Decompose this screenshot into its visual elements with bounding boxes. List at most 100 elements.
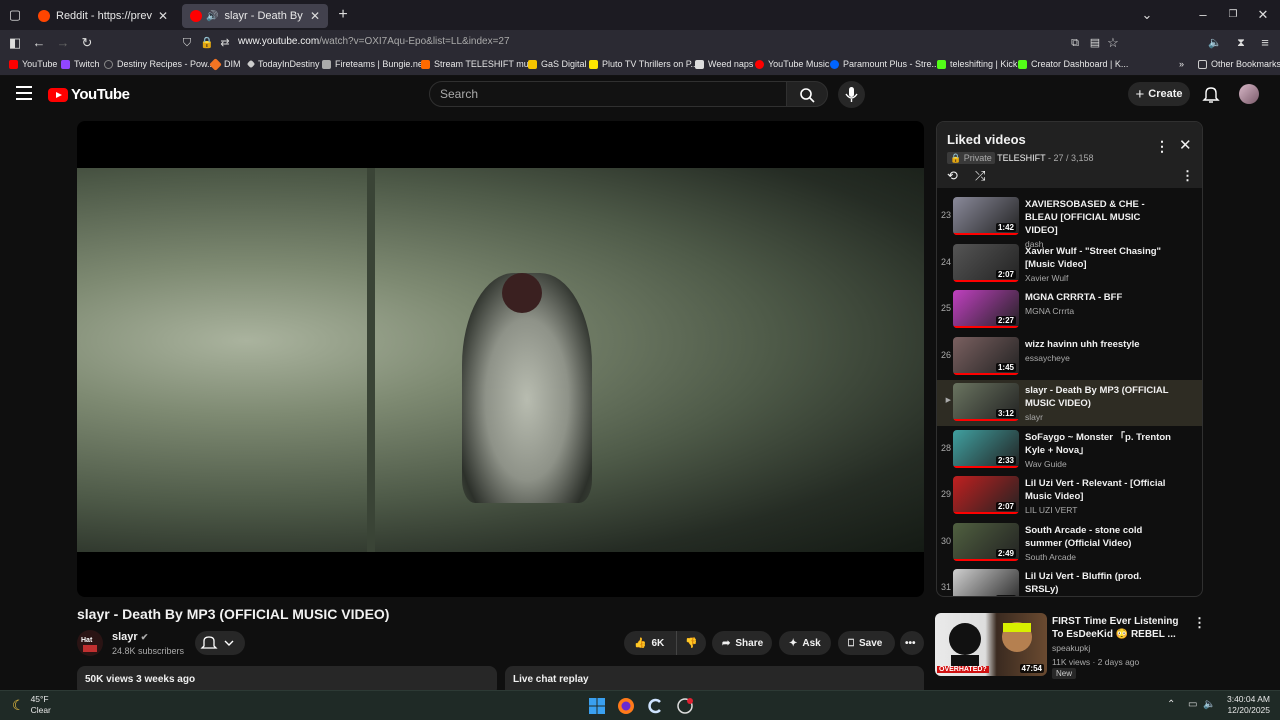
loop-icon[interactable]: ⟲ [947,168,958,184]
close-tab-icon[interactable]: ✕ [158,9,168,23]
forward-icon[interactable]: → [54,34,72,52]
playlist-item[interactable]: 23 1:42 XAVIERSOBASED & CHE - BLEAU [OFFIC… [937,194,1202,249]
shuffle-icon[interactable]: ⤮ [975,168,985,184]
mute-icon[interactable]: 🔈 [1206,34,1224,52]
system-clock[interactable]: 3:40:04 AM 12/20/2025 [1227,694,1270,716]
windows-taskbar: ☾ 45°F Clear ⌃ ▭ 🔈 3:40:04 AM 12/20/2025 [0,690,1280,720]
dislike-button[interactable]: 👎 [676,631,706,655]
playlist-item[interactable]: 24 2:07 Xavier Wulf - "Street Chasing" [Mu… [937,241,1202,287]
more-actions-button[interactable]: ••• [900,631,924,655]
playlist-more-icon[interactable]: ⋮ [1155,138,1169,155]
bookmark-star-icon[interactable]: ☆ [1104,34,1122,52]
save-button[interactable]: ⎕ Save [838,631,895,655]
share-button[interactable]: ➦ Share [712,631,772,655]
hamburger-menu-icon[interactable] [16,86,32,100]
bookmark-creator-dashboard[interactable]: Creator Dashboard | K... [1018,59,1128,69]
bookmark-youtube[interactable]: YouTube [9,59,57,69]
recommended-channel[interactable]: speakupkj [1052,643,1090,653]
recommended-thumbnail[interactable]: OVERHATED? 47:54 [935,613,1047,676]
channel-name[interactable]: slayr ✔ [112,631,148,643]
reload-icon[interactable]: ↻ [78,34,96,52]
playlist-thumbnail[interactable]: 2:36 [953,569,1019,596]
bookmark-twitch[interactable]: Twitch [61,59,100,69]
playlist-item[interactable]: 28 2:33 SoFaygo ~ Monster 「p. Trenton Kyle… [937,427,1202,473]
recommended-more-icon[interactable]: ⋮ [1193,615,1206,631]
youtube-logo[interactable]: YouTube [48,86,130,103]
account-avatar[interactable] [1239,84,1259,104]
playlist-item[interactable]: 25 2:27 MGNA CRRRTA - BFF MGNA Crrrta [937,287,1202,333]
volume-icon[interactable]: 🔈 [1203,699,1215,710]
close-window-button[interactable]: ✕ [1254,6,1272,24]
diamond-icon [246,59,256,69]
app-c-icon[interactable] [646,697,664,715]
reader-view-icon[interactable]: ▤ [1086,34,1104,52]
maximize-button[interactable]: ❐ [1224,6,1242,24]
permissions-icon[interactable]: ⇄ [216,34,234,52]
firefox-icon[interactable] [617,697,635,715]
bookmark-todayindestiny[interactable]: TodayInDestiny [246,59,320,69]
app-badge-icon[interactable] [676,697,694,715]
windows-start-icon[interactable] [588,697,606,715]
bookmark-weed-naps[interactable]: Weed naps [695,59,753,69]
create-button[interactable]: + Create [1128,82,1190,106]
playlist-thumbnail[interactable]: 1:42 [953,197,1019,235]
sidebar-icon[interactable]: ◧ [6,34,24,52]
close-tab-icon[interactable]: ✕ [310,9,320,23]
address-bar[interactable]: www.youtube.com/watch?v=OXI7Aqu-Epo&list… [238,36,510,47]
minimize-button[interactable]: – [1194,6,1212,24]
channel-avatar[interactable]: Hat [77,630,103,656]
tab-youtube-active[interactable]: 🔊 slayr - Death By MP3 (OFFI ✕ [182,4,328,28]
extensions-icon[interactable]: ⧗ [1232,34,1250,52]
speaker-icon[interactable]: 🔊 [206,11,218,22]
recommended-title[interactable]: FIRST Time Ever Listening To EsDeeKid 😳 … [1052,615,1182,641]
tab-reddit[interactable]: Reddit - https://preview.redd.it/ ✕ [30,4,176,28]
voice-search-button[interactable] [838,81,865,108]
lock-icon[interactable]: 🔒 [198,34,216,52]
network-icon[interactable]: ▭ [1188,699,1197,710]
bookmark-pluto-tv[interactable]: Pluto TV Thrillers on P... [589,59,698,69]
bookmark-fireteams[interactable]: Fireteams | Bungie.net [322,59,425,69]
bookmark-teleshifting-kick[interactable]: teleshifting | Kick [937,59,1017,69]
bookmark-gas-digital[interactable]: GaS Digital [528,59,587,69]
playlist-header: Liked videos 🔒 Private TELESHIFT - 27 / … [937,122,1202,188]
playlist-thumbnail[interactable]: 2:49 [953,522,1019,561]
more-bookmarks-chevron-icon[interactable]: » [1179,59,1184,69]
bookmark-dim[interactable]: DIM [209,57,241,71]
playlist-thumbnail[interactable]: 2:07 [953,243,1019,282]
bookmark-destiny-recipes[interactable]: Destiny Recipes - Pow... [104,59,215,69]
tray-chevron-icon[interactable]: ⌃ [1167,699,1175,710]
new-tab-button[interactable]: + [334,6,352,24]
playlist-item[interactable]: 31 2:36 Lil Uzi Vert - Bluffin (prod. SRSL… [937,566,1202,596]
playlist-thumbnail[interactable]: 2:27 [953,290,1019,328]
playlist-thumbnail[interactable]: 2:07 [953,476,1019,514]
shield-icon[interactable]: ⛉ [178,34,196,52]
tab-list-icon[interactable]: ▢ [6,6,24,24]
playlist-item-now-playing[interactable]: ▶ 3:12 slayr - Death By MP3 (OFFICIAL MUSI… [937,380,1202,426]
menu-icon[interactable]: ≡ [1256,34,1274,52]
search-input[interactable]: Search [429,81,787,107]
playlist-title[interactable]: Liked videos [947,132,1026,147]
bookmark-youtube-music[interactable]: YouTube Music [755,59,829,69]
weather-widget[interactable]: ☾ 45°F Clear [12,694,51,716]
ask-button[interactable]: ✦ Ask [779,631,831,655]
close-playlist-icon[interactable]: ✕ [1179,136,1192,154]
playlist-thumbnail[interactable]: 3:12 [953,383,1019,421]
video-player[interactable] [77,121,924,597]
bookmark-paramount-plus[interactable]: Paramount Plus - Stre... [830,59,939,69]
bookmark-stream-teleshift[interactable]: Stream TELESHIFT mu... [421,59,536,69]
playlist-item[interactable]: 30 2:49 South Arcade - stone cold summer (… [937,520,1202,566]
tab-dropdown-icon[interactable]: ⌄ [1138,6,1156,24]
subscribed-notifications-button[interactable] [195,631,245,655]
playlist-item[interactable]: 29 2:07 Lil Uzi Vert - Relevant - [Officia… [937,473,1202,519]
like-button[interactable]: 👍 6K [624,631,676,655]
search-button[interactable] [786,81,828,107]
playlist-options-icon[interactable]: ⋮ [1181,168,1194,184]
playlist-owner[interactable]: TELESHIFT [997,153,1045,163]
playlist-thumbnail[interactable]: 1:45 [953,336,1019,375]
playlist-thumbnail[interactable]: 2:33 [953,429,1019,468]
back-icon[interactable]: ← [30,34,48,52]
notifications-bell-icon[interactable] [1202,85,1220,103]
other-bookmarks[interactable]: Other Bookmarks [1198,59,1280,69]
playlist-item[interactable]: 26 1:45 wizz havinn uhh freestyle essaychey… [937,334,1202,380]
screenshot-icon[interactable]: ⧉ [1066,34,1084,52]
